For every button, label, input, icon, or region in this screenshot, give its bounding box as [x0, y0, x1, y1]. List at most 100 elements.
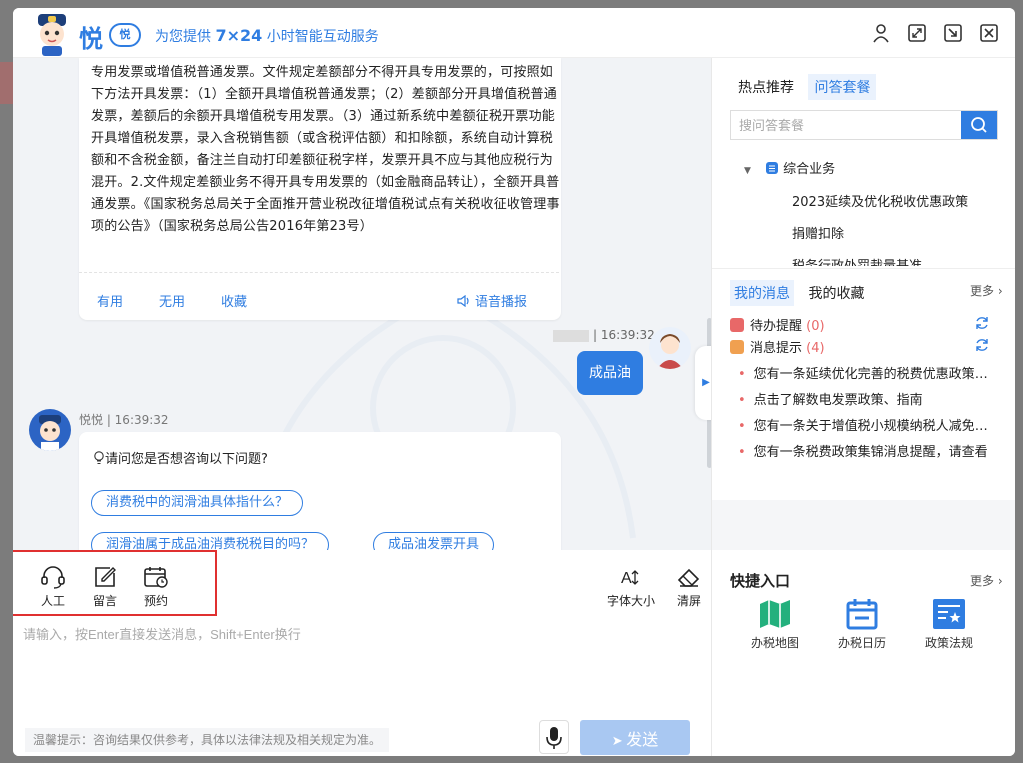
user-avatar-icon [657, 334, 683, 369]
clear-screen-button[interactable]: 清屏 [667, 565, 711, 609]
tagline-hours: 7×24 [215, 26, 263, 45]
tagline-pre: 为您提供 [155, 29, 211, 45]
user-time-text: | 16:39:32 [593, 328, 655, 342]
leave-message-button[interactable]: 留言 [83, 565, 127, 609]
user-timestamp: | 16:39:32 [553, 328, 655, 342]
input-area: 温馨提示：咨询结果仅供参考，具体以法律法规及相关规定为准。 ➤ 发送 [13, 616, 711, 756]
user-avatar [649, 327, 691, 369]
quick-policy-label: 政策法规 [924, 636, 973, 650]
font-size-button[interactable]: A 字体大小 [603, 565, 659, 609]
news-item-3[interactable]: 您有一条关于增值税小规模纳税人减免增值税的提醒 [738, 415, 1000, 434]
bulb-badge-icon [730, 340, 744, 354]
policy-doc-icon [933, 599, 965, 629]
qa-search-input[interactable] [731, 111, 959, 139]
quick-entry-title: 快捷入口 [730, 572, 791, 590]
news-item-2[interactable]: 点击了解数电发票政策、指南 [738, 389, 1000, 408]
news-item-1[interactable]: 您有一条延续优化完善的税费优惠政策提醒 [738, 363, 1000, 382]
voice-play-label: 语音播报 [475, 295, 528, 310]
fullscreen-icon[interactable] [907, 23, 927, 43]
tree-item-2[interactable]: 捐赠扣除 [792, 223, 844, 242]
tagline: 为您提供 7×24 小时智能互动服务 [155, 26, 379, 46]
clock-icon [730, 318, 744, 332]
calendar-icon [846, 599, 878, 630]
suggestion-question: 请问您是否想咨询以下问题? [93, 448, 268, 467]
tab-qa-package[interactable]: 问答套餐 [808, 74, 877, 100]
quick-tax-calendar[interactable]: 办税日历 [827, 598, 897, 651]
chat-area[interactable]: 专用发票或增值税普通发票。文件规定差额部分不得开具专用发票的，可按照如下方法开具… [13, 58, 711, 550]
database-icon [766, 162, 779, 174]
microphone-button[interactable] [539, 720, 569, 754]
news-item-4[interactable]: 您有一条税费政策集锦消息提醒，请查看 [738, 441, 1000, 460]
user-message-bubble: 成品油 [577, 351, 643, 395]
todo-count: (0) [806, 319, 825, 334]
qa-tabs: 热点推荐 问答套餐 [736, 74, 884, 100]
todo-label: 待办提醒 [750, 319, 803, 334]
brand-badge: 悦 [109, 23, 141, 47]
qa-tree: ▼ 综合业务 2023延续及优化税收优惠政策 捐赠扣除 税务行政处罚裁量基准 [730, 158, 1000, 266]
voice-play-button[interactable]: 语音播报 [457, 291, 527, 310]
refresh-todo-icon[interactable] [974, 315, 990, 331]
suggestion-pill-3[interactable]: 成品油发票开具 [373, 532, 495, 550]
minimize-icon[interactable] [943, 23, 963, 43]
human-service-label: 人工 [40, 594, 65, 608]
microphone-icon [546, 727, 562, 749]
todo-reminder[interactable]: 待办提醒 (0) [730, 315, 825, 334]
lightbulb-icon [94, 451, 104, 465]
message-tabs: 我的消息 我的收藏 [730, 280, 874, 306]
right-panel: 热点推荐 问答套餐 ▼ 综合业务 2023延续及优化税收优惠政策 捐赠扣除 税务… [711, 58, 1015, 756]
caret-down-icon: ▼ [744, 166, 751, 176]
tab-my-favorites[interactable]: 我的收藏 [806, 280, 866, 306]
quick-tax-map-label: 办税地图 [750, 636, 799, 650]
chat-window: 悦 悦 为您提供 7×24 小时智能互动服务 专用发票或增值税普通发票。文件规定… [13, 8, 1015, 756]
quick-tax-map[interactable]: 办税地图 [740, 598, 810, 651]
tree-root[interactable]: ▼ 综合业务 [744, 158, 835, 177]
calendar-clock-icon [144, 567, 168, 588]
close-icon[interactable] [979, 23, 999, 43]
edit-icon [95, 567, 116, 587]
answer-text: 专用发票或增值税普通发票。文件规定差额部分不得开具专用发票的，可按照如下方法开具… [91, 65, 560, 234]
notice-count: (4) [806, 341, 825, 356]
user-name-masked [553, 329, 589, 342]
panel-gray-separator [712, 500, 1015, 550]
messages-more-link[interactable]: 更多 › [970, 282, 1003, 299]
quick-policy[interactable]: 政策法规 [914, 598, 984, 651]
speaker-icon [457, 294, 469, 308]
suggestion-question-text: 请问您是否想咨询以下问题? [105, 452, 268, 467]
leave-message-label: 留言 [92, 594, 117, 608]
bot-avatar [29, 409, 71, 451]
suggestion-pill-1[interactable]: 消费税中的润滑油具体指什么？ [91, 490, 304, 516]
message-notice[interactable]: 消息提示 (4) [730, 337, 825, 356]
messages-more-label: 更多 [970, 284, 995, 298]
tree-item-1[interactable]: 2023延续及优化税收优惠政策 [792, 191, 968, 210]
refresh-notice-icon[interactable] [974, 337, 990, 353]
suggestion-pill-2[interactable]: 润滑油属于成品油消费税税目的吗？ [91, 532, 330, 550]
header: 悦 悦 为您提供 7×24 小时智能互动服务 [13, 8, 1015, 58]
headset-icon [41, 566, 65, 589]
tab-hot[interactable]: 热点推荐 [736, 74, 796, 100]
send-label: 发送 [626, 731, 659, 749]
tree-item-3[interactable]: 税务行政处罚裁量基准 [792, 255, 922, 266]
quick-more-link[interactable]: 更多 › [970, 572, 1003, 589]
panel-divider [712, 268, 1015, 269]
human-service-button[interactable]: 人工 [31, 565, 75, 609]
quick-more-label: 更多 [970, 574, 995, 588]
bot-avatar-icon [39, 415, 61, 451]
tab-my-messages[interactable]: 我的消息 [730, 280, 794, 306]
font-size-icon: A [621, 570, 639, 587]
useless-button[interactable]: 无用 [159, 291, 185, 310]
warm-tip: 温馨提示：咨询结果仅供参考，具体以法律法规及相关规定为准。 [25, 728, 390, 752]
send-button[interactable]: ➤ 发送 [580, 720, 690, 755]
qa-search-button[interactable] [961, 111, 997, 139]
user-icon[interactable] [871, 23, 891, 43]
appointment-button[interactable]: 预约 [134, 565, 178, 609]
search-icon [971, 117, 987, 133]
eraser-icon [677, 568, 700, 587]
collect-button[interactable]: 收藏 [221, 291, 247, 310]
message-input[interactable] [23, 624, 699, 704]
chat-toolbar: 人工 留言 预约 A 字体大小 清屏 [13, 550, 711, 616]
useful-button[interactable]: 有用 [97, 291, 123, 310]
mascot-logo-icon [38, 14, 66, 56]
qa-search [730, 110, 998, 140]
clear-screen-label: 清屏 [676, 594, 701, 608]
map-icon [760, 600, 790, 628]
